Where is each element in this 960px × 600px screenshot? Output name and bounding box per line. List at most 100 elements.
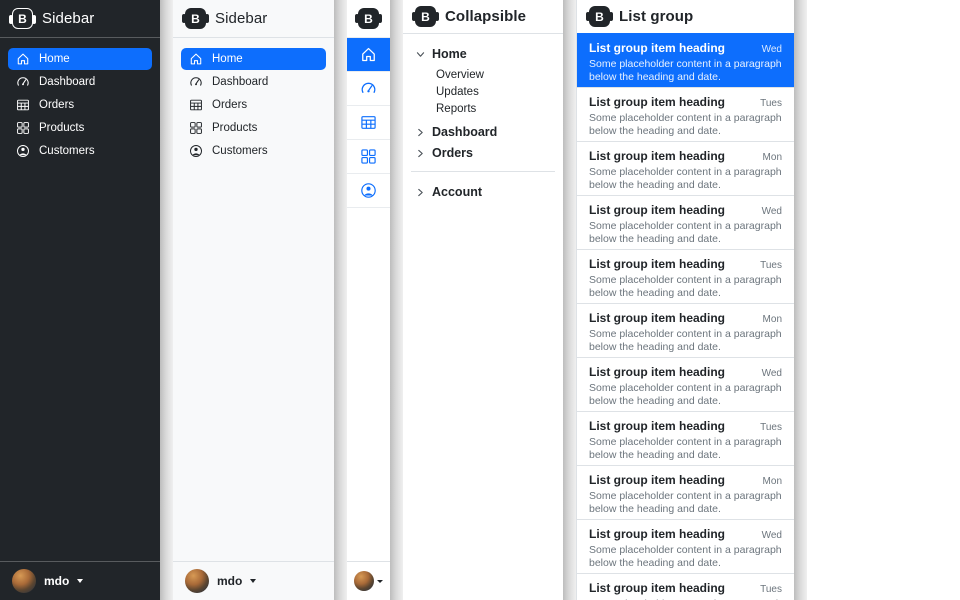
content-area [807, 0, 960, 600]
tree-section-toggle[interactable]: Account [411, 182, 555, 202]
username: mdo [217, 574, 242, 588]
list-group-item[interactable]: List group item heading Tues Some placeh… [577, 573, 794, 600]
list-item-body: Some placeholder content in a paragraph … [589, 382, 782, 408]
chevron-icon [415, 49, 426, 60]
nav-item[interactable]: Dashboard [181, 71, 326, 93]
list-group-item[interactable]: List group item heading Wed Some placeho… [577, 33, 794, 87]
tree-section: Dashboard [411, 122, 555, 142]
list-group-item[interactable]: List group item heading Tues Some placeh… [577, 249, 794, 303]
nav-item[interactable]: Home [181, 48, 326, 70]
nav-item[interactable]: Customers [181, 140, 326, 162]
sidebar-light-header[interactable]: B Sidebar [173, 0, 334, 37]
sidebar-dark-nav: Home Dashboard Orders Products [0, 48, 160, 162]
list-item-date: Mon [763, 476, 782, 487]
divider [0, 37, 160, 38]
list-item-date: Tues [760, 260, 782, 271]
nav-icon-item[interactable] [347, 106, 390, 140]
nav-item[interactable]: Orders [8, 94, 152, 116]
username: mdo [44, 574, 69, 588]
sidebar-listgroup: B List group List group item heading Wed… [576, 0, 794, 600]
table-icon [16, 98, 30, 112]
nav-item[interactable]: Orders [181, 94, 326, 116]
bootstrap-logo-icon: B [12, 8, 33, 29]
nav-icon-item[interactable] [347, 38, 390, 72]
list-item-body: Some placeholder content in a paragraph … [589, 220, 782, 246]
tree-subitem[interactable]: Reports [436, 100, 555, 117]
list-item-heading: List group item heading [589, 41, 725, 55]
list-item-header: List group item heading Tues [589, 581, 782, 595]
tree-section-label: Dashboard [432, 125, 497, 139]
nav-item-label: Orders [39, 99, 74, 111]
user-menu[interactable] [347, 562, 390, 600]
caret-down-icon [377, 580, 383, 583]
tree-section-toggle[interactable]: Orders [411, 143, 555, 163]
list-group-item[interactable]: List group item heading Mon Some placeho… [577, 465, 794, 519]
scrollbar[interactable] [390, 0, 403, 600]
sidebar-collapsible: B Collapsible Home OverviewUpdatesReport… [403, 0, 563, 600]
sidebar-dark: B Sidebar Home Dashboard Orders [0, 0, 160, 600]
tree-section-toggle[interactable]: Dashboard [411, 122, 555, 142]
list-item-body: Some placeholder content in a paragraph … [589, 490, 782, 516]
sidebar-dark-footer: mdo [0, 561, 160, 600]
table-icon [360, 114, 377, 131]
tree-subitem[interactable]: Updates [436, 83, 555, 100]
nav-item-label: Customers [39, 145, 95, 157]
list-item-header: List group item heading Wed [589, 203, 782, 217]
nav-icon-item[interactable] [347, 140, 390, 174]
list-group-item[interactable]: List group item heading Mon Some placeho… [577, 303, 794, 357]
nav-item-label: Products [39, 122, 84, 134]
nav-item-label: Products [212, 122, 257, 134]
list-group-item[interactable]: List group item heading Tues Some placeh… [577, 411, 794, 465]
list-group-item[interactable]: List group item heading Wed Some placeho… [577, 519, 794, 573]
list-item-heading: List group item heading [589, 527, 725, 541]
nav-item[interactable]: Dashboard [8, 71, 152, 93]
list-item-date: Mon [763, 152, 782, 163]
nav-row: Customers [8, 140, 152, 162]
list-group-item[interactable]: List group item heading Wed Some placeho… [577, 195, 794, 249]
bootstrap-logo-icon: B [185, 8, 206, 29]
tree-section-toggle[interactable]: Home [411, 44, 555, 64]
caret-down-icon [77, 579, 83, 583]
chevron-icon [415, 127, 426, 138]
sidebar-light-footer: mdo [173, 561, 334, 600]
user-menu[interactable]: mdo [173, 562, 334, 600]
list-item-header: List group item heading Tues [589, 257, 782, 271]
list-group-item[interactable]: List group item heading Tues Some placeh… [577, 87, 794, 141]
nav-item[interactable]: Home [8, 48, 152, 70]
list-item-heading: List group item heading [589, 149, 725, 163]
list-item-date: Tues [760, 422, 782, 433]
nav-item[interactable]: Customers [8, 140, 152, 162]
list-group-item[interactable]: List group item heading Wed Some placeho… [577, 357, 794, 411]
list-item-header: List group item heading Wed [589, 365, 782, 379]
nav-item[interactable]: Products [8, 117, 152, 139]
sidebar-icons-header[interactable]: B [347, 0, 390, 37]
tree-children: OverviewUpdatesReports [411, 64, 555, 121]
nav-icon-item[interactable] [347, 72, 390, 106]
tree-subitem[interactable]: Overview [436, 66, 555, 83]
list-item-heading: List group item heading [589, 419, 725, 433]
list-item-heading: List group item heading [589, 311, 725, 325]
nav-item-label: Home [39, 53, 70, 65]
person-circle-icon [16, 144, 30, 158]
nav-item[interactable]: Products [181, 117, 326, 139]
list-item-heading: List group item heading [589, 257, 725, 271]
user-menu[interactable]: mdo [0, 562, 160, 600]
grid-icon [360, 148, 377, 165]
sidebar-light-nav: Home Dashboard Orders Products [173, 48, 334, 162]
list-item-header: List group item heading Mon [589, 311, 782, 325]
list-item-date: Mon [763, 314, 782, 325]
list-item-date: Tues [760, 98, 782, 109]
list-item-body: Some placeholder content in a paragraph … [589, 166, 782, 192]
sidebar-listgroup-header[interactable]: B List group [577, 0, 794, 33]
sidebar-collapsible-header[interactable]: B Collapsible [403, 0, 563, 33]
nav-icon-item[interactable] [347, 174, 390, 208]
list-item-date: Wed [762, 368, 782, 379]
scrollbar[interactable] [334, 0, 347, 600]
scrollbar[interactable] [794, 0, 807, 600]
scrollbar[interactable] [160, 0, 173, 600]
list-item-body: Some placeholder content in a paragraph … [589, 58, 782, 84]
collapsible-tree: Home OverviewUpdatesReports Dashboard [403, 34, 563, 203]
scrollbar[interactable] [563, 0, 576, 600]
sidebar-dark-header[interactable]: B Sidebar [0, 0, 160, 37]
list-group-item[interactable]: List group item heading Mon Some placeho… [577, 141, 794, 195]
